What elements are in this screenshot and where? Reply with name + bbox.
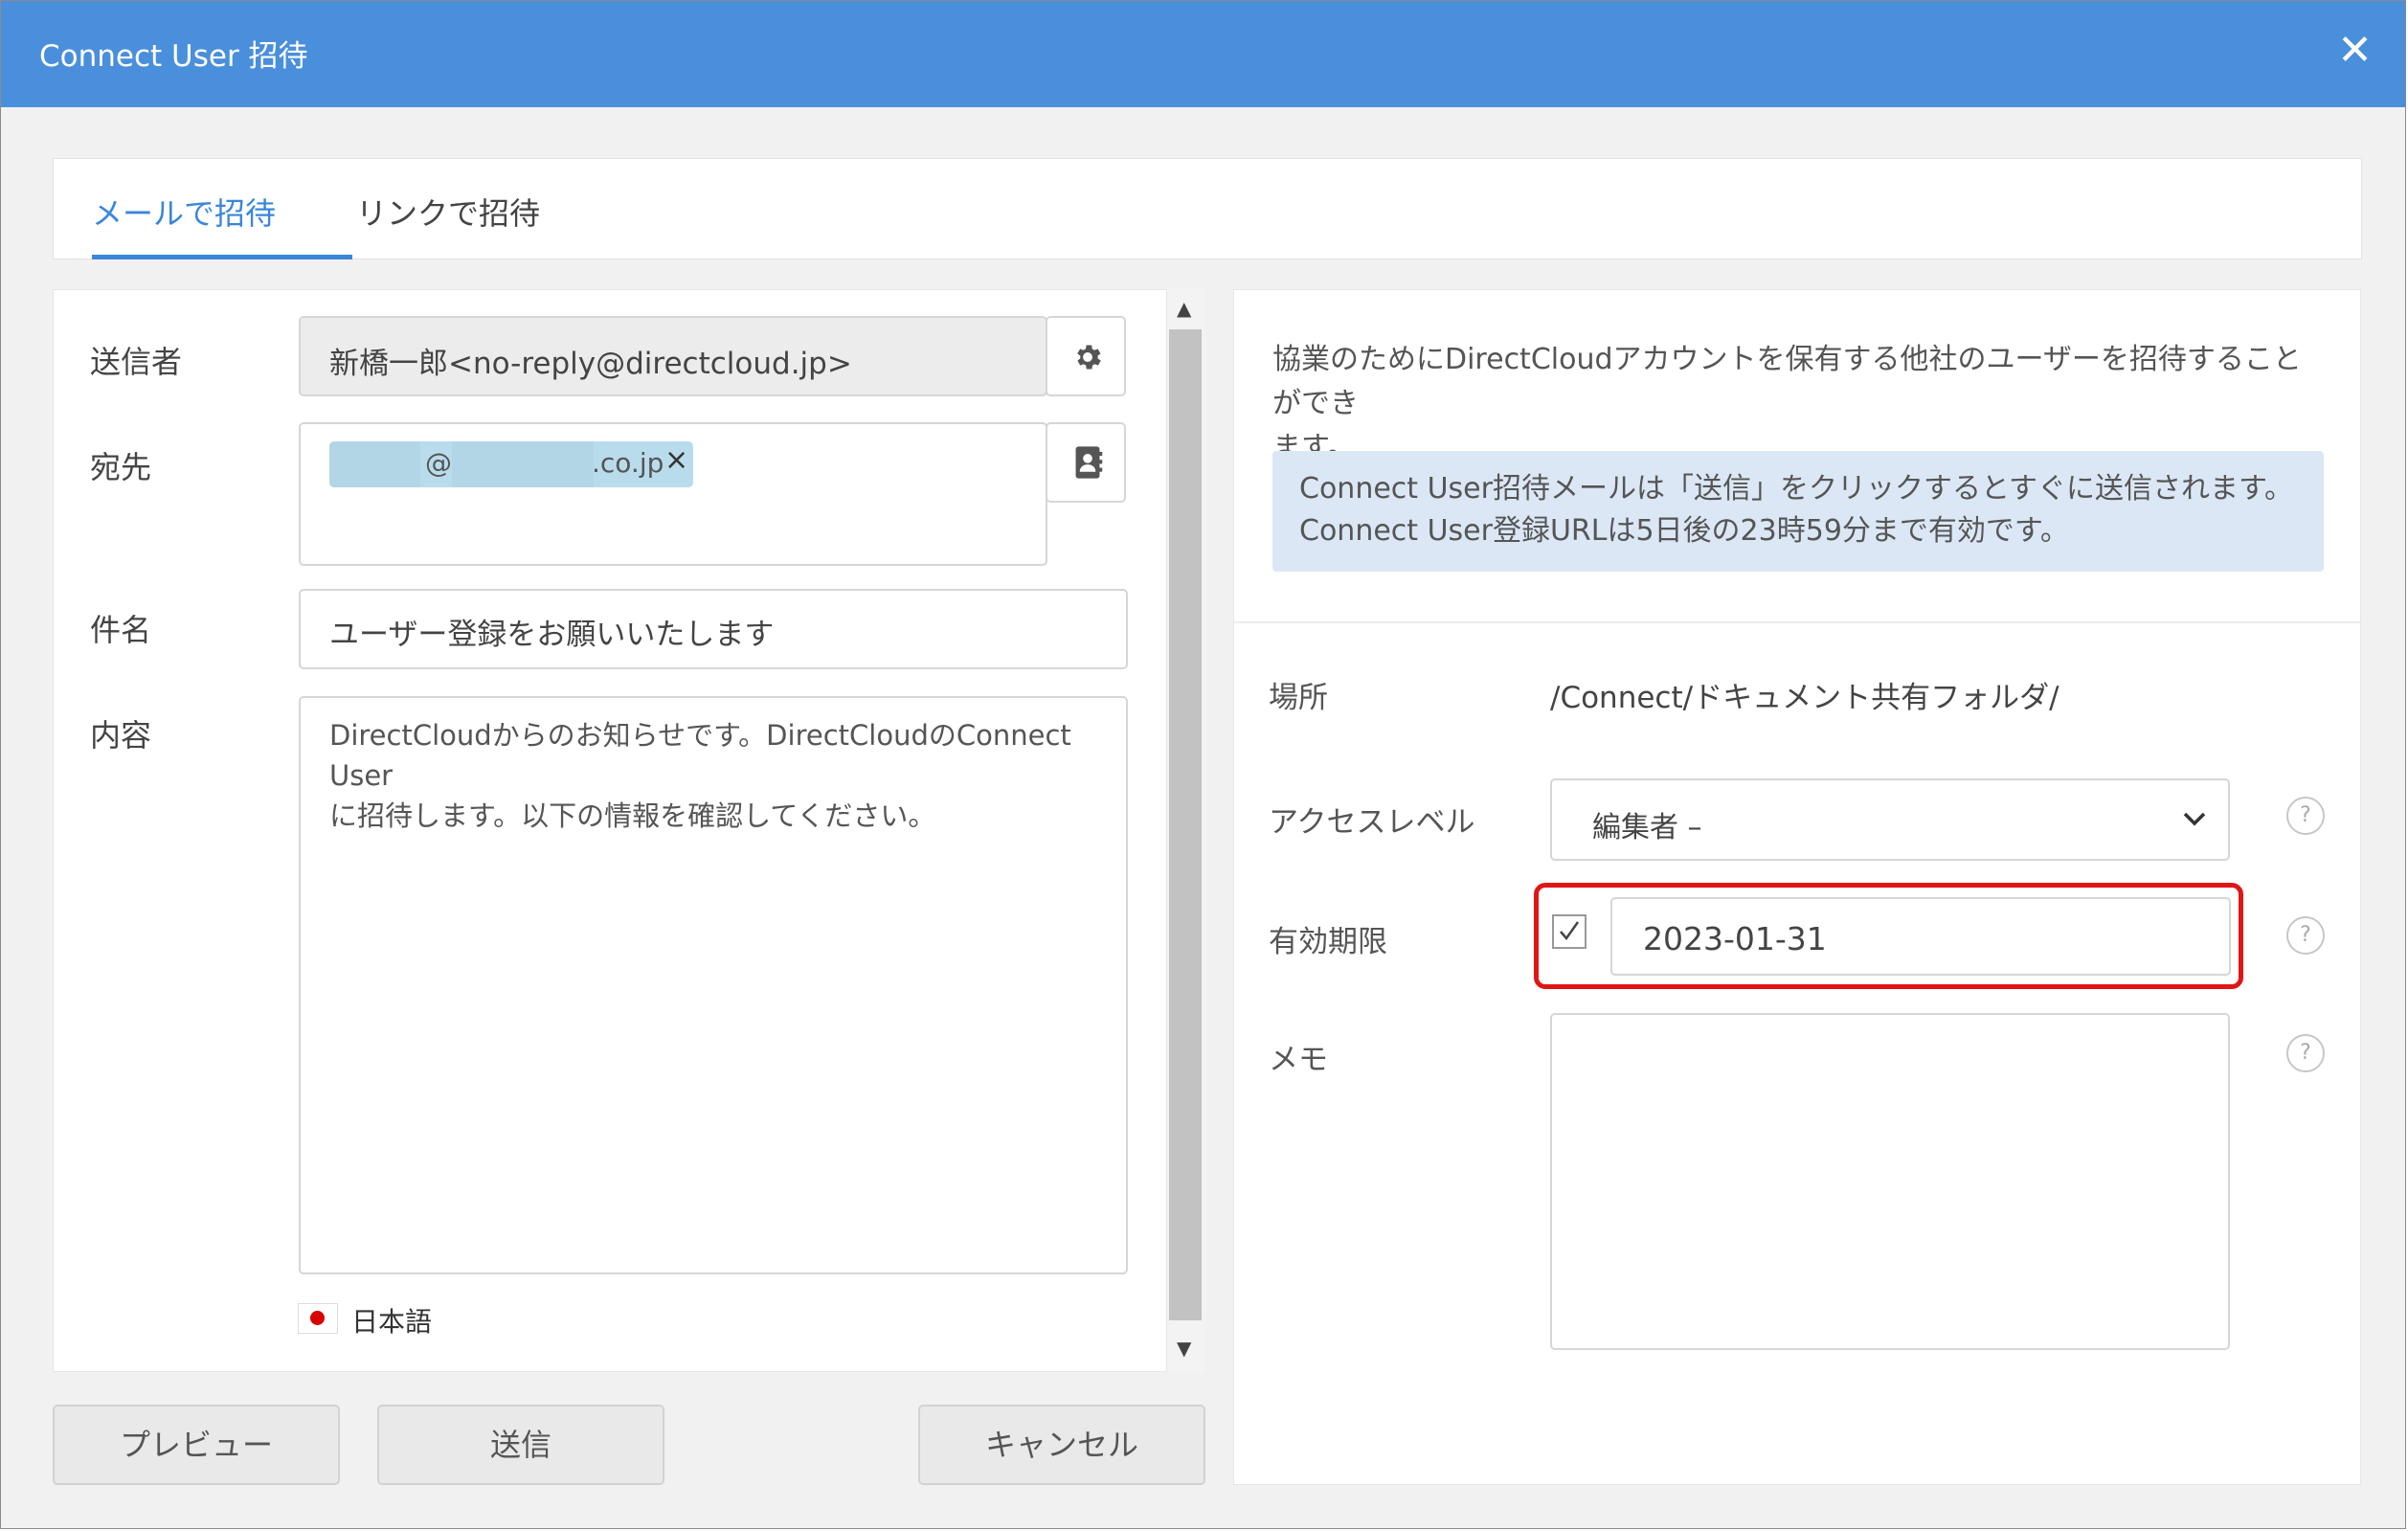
recipient-chip: @ .co.jp × [329,441,693,487]
tab-link-invite[interactable]: リンクで招待 [356,190,540,234]
memo-textarea[interactable] [1550,1013,2230,1350]
active-tab-indicator [92,255,352,259]
location-value: /Connect/ドキュメント共有フォルダ/ [1550,681,2059,715]
preview-button[interactable]: プレビュー [53,1405,340,1485]
tab-bar: メールで招待 リンクで招待 [53,158,2362,259]
japan-flag-icon [298,1303,338,1334]
access-level-label: アクセスレベル [1269,805,1475,840]
divider [1234,621,2360,623]
title-bar: Connect User 招待 ✕ [1,1,2405,107]
email-form-panel: 送信者 新橋一郎<no-reply@directcloud.jp> 宛先 @ .… [53,289,1167,1372]
info-line-2: Connect User登録URLは5日後の23時59分まで有効です。 [1299,514,2069,548]
info-box: Connect User招待メールは「送信」をクリックするとすぐに送信されます。… [1272,451,2324,572]
subject-input[interactable]: ユーザー登録をお願いいたします [299,589,1128,669]
checkmark-icon [1560,921,1580,941]
remove-recipient-icon[interactable]: × [664,443,688,477]
address-book-icon [1075,446,1103,479]
chip-at-sign: @ [425,447,452,479]
content-line-2: に招待します。以下の情報を確認してください。 [329,799,936,832]
gear-icon [1077,345,1101,370]
expiry-checkbox[interactable] [1552,914,1587,949]
info-line-1: Connect User招待メールは「送信」をクリックするとすぐに送信されます。 [1299,472,2294,506]
sender-label: 送信者 [90,344,183,380]
language-label: 日本語 [351,1306,433,1338]
access-level-help-icon[interactable]: ? [2286,797,2325,835]
address-book-button[interactable] [1046,422,1126,503]
recipient-label: 宛先 [90,449,152,485]
recipient-field[interactable]: @ .co.jp × [299,422,1047,566]
dialog-title: Connect User 招待 [39,39,308,74]
subject-label: 件名 [90,612,152,648]
form-scrollbar[interactable]: ▲ ▼ [1167,289,1205,1372]
redacted-domain-part [452,441,594,487]
invite-dialog: Connect User 招待 ✕ メールで招待 リンクで招待 送信者 新橋一郎… [0,0,2406,1529]
redacted-user-part [329,441,420,487]
access-level-value: 編集者 – [1592,811,1702,844]
send-button[interactable]: 送信 [377,1405,664,1485]
intro-line-1: 協業のためにDirectCloudアカウントを保有する他社のユーザーを招待するこ… [1272,343,2302,420]
location-label: 場所 [1269,681,1328,715]
close-icon[interactable]: ✕ [2337,26,2373,75]
content-text: DirectCloudからのお知らせです。DirectCloudのConnect… [329,715,1095,836]
expiry-date-value: 2023-01-31 [1643,920,1827,957]
sender-field: 新橋一郎<no-reply@directcloud.jp> [299,316,1047,396]
expiry-label: 有効期限 [1269,925,1387,959]
sender-value: 新橋一郎<no-reply@directcloud.jp> [329,347,852,381]
scroll-up-icon[interactable]: ▲ [1177,297,1191,320]
content-line-1: DirectCloudからのお知らせです。DirectCloudのConnect… [329,719,1071,792]
expiry-help-icon[interactable]: ? [2286,916,2325,955]
subject-value: ユーザー登録をお願いいたします [329,618,775,652]
sender-settings-button[interactable] [1046,316,1126,396]
cancel-button[interactable]: キャンセル [918,1405,1205,1485]
scroll-down-icon[interactable]: ▼ [1177,1337,1191,1360]
access-level-select[interactable]: 編集者 – [1550,778,2230,861]
chip-domain-suffix: .co.jp [592,447,664,479]
content-textarea[interactable]: DirectCloudからのお知らせです。DirectCloudのConnect… [299,696,1128,1274]
memo-help-icon[interactable]: ? [2286,1034,2325,1072]
scroll-thumb[interactable] [1169,329,1202,1320]
content-label: 内容 [90,717,152,754]
tab-email-invite[interactable]: メールで招待 [92,190,276,234]
chevron-down-icon [2183,812,2206,826]
details-panel: 協業のためにDirectCloudアカウントを保有する他社のユーザーを招待するこ… [1233,289,2361,1485]
expiry-date-input[interactable]: 2023-01-31 [1610,897,2231,976]
memo-label: メモ [1269,1043,1328,1077]
